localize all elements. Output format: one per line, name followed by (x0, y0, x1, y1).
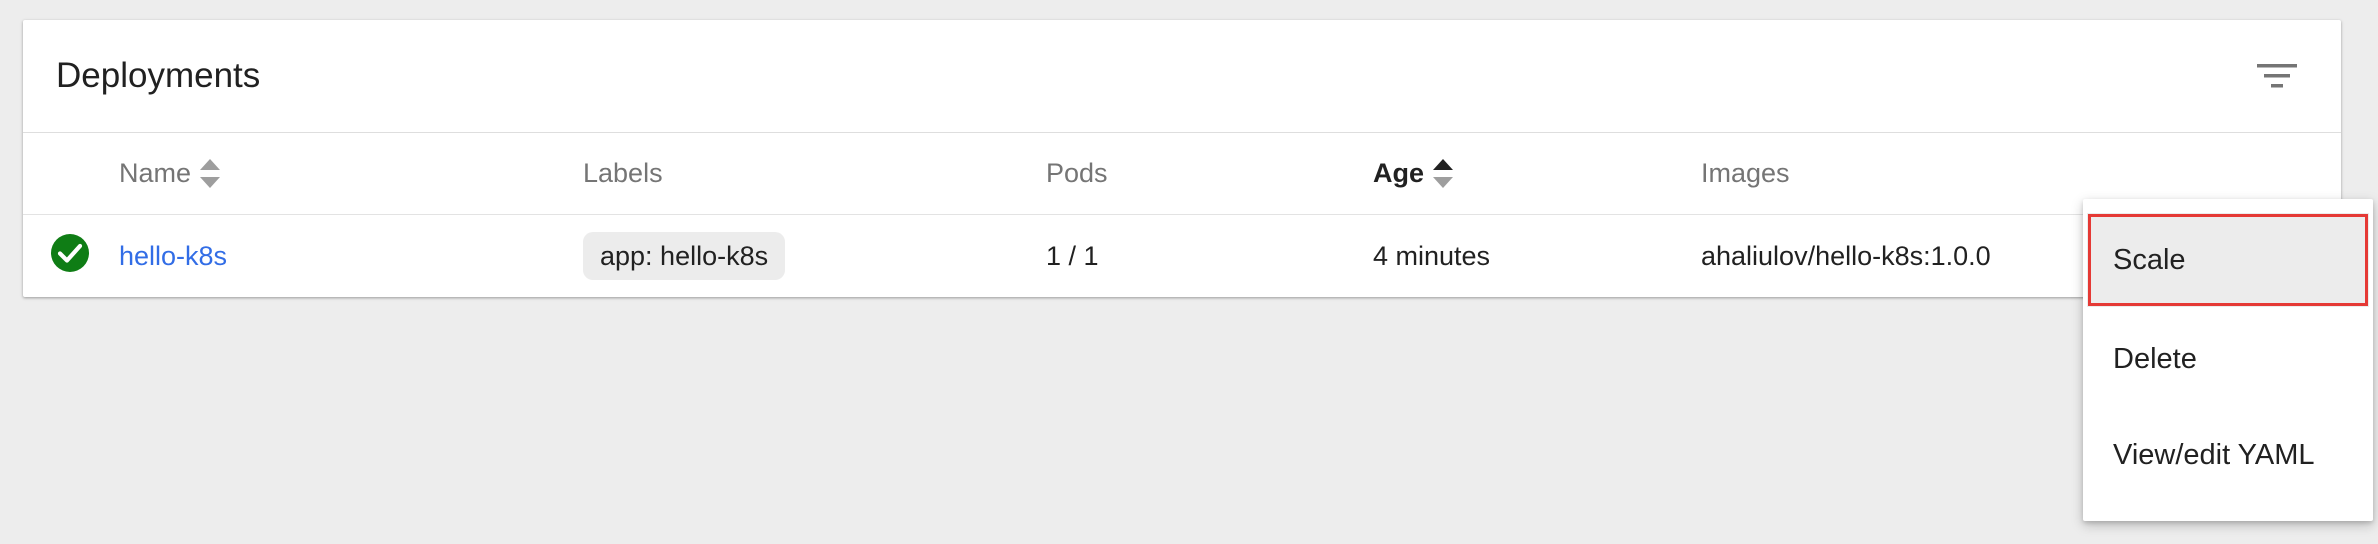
table-header-row: Name Labels Pods Age Images (23, 133, 2341, 215)
filter-button[interactable] (2253, 54, 2301, 102)
column-header-labels: Labels (583, 133, 663, 214)
images-cell: ahaliulov/hello-k8s:1.0.0 (1701, 240, 1991, 271)
column-header-label: Age (1373, 158, 1425, 188)
filter-list-icon (2257, 62, 2297, 95)
column-header-age[interactable]: Age (1373, 133, 1454, 214)
menu-item-scale[interactable]: Scale (2087, 213, 2369, 307)
column-header-label: Name (119, 158, 192, 188)
menu-item-delete[interactable]: Delete (2083, 314, 2373, 404)
column-header-images: Images (1701, 133, 1790, 214)
sort-both-icon (200, 158, 221, 189)
labels-cell: app: hello-k8s (583, 215, 786, 297)
deployments-card: Deployments Name Labels Pods Age Images … (23, 20, 2341, 297)
check-circle-icon (50, 233, 90, 280)
card-header: Deployments (23, 20, 2341, 133)
sort-ascending-icon (1433, 158, 1454, 189)
deployment-name-link[interactable]: hello-k8s (119, 241, 227, 272)
menu-item-view-edit-yaml[interactable]: View/edit YAML (2083, 410, 2373, 500)
table-row: hello-k8s app: hello-k8s 1 / 1 4 minutes… (23, 215, 2341, 297)
column-header-pods: Pods (1046, 133, 1108, 214)
status-cell (50, 215, 90, 297)
column-header-label: Images (1701, 158, 1790, 188)
pods-cell: 1 / 1 (1046, 240, 1099, 271)
column-header-name[interactable]: Name (119, 133, 221, 214)
row-actions-menu: Scale Delete View/edit YAML (2083, 199, 2373, 521)
column-header-label: Pods (1046, 158, 1108, 188)
card-title: Deployments (56, 56, 261, 95)
column-header-label: Labels (583, 158, 663, 188)
name-cell: hello-k8s (119, 215, 227, 297)
age-cell: 4 minutes (1373, 240, 1491, 271)
label-chip: app: hello-k8s (583, 232, 786, 280)
